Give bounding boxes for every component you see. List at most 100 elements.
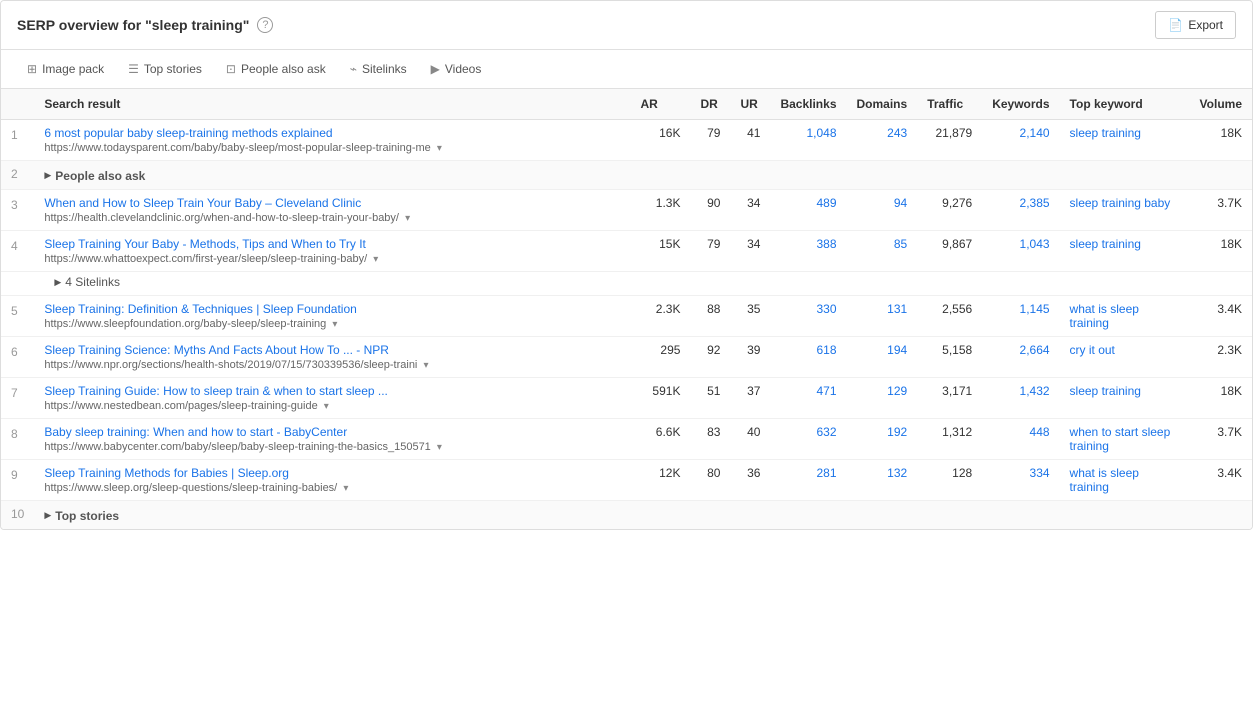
tab-sitelinks[interactable]: ⌁ Sitelinks bbox=[340, 58, 417, 80]
url-dropdown-arrow[interactable]: ▾ bbox=[437, 442, 442, 453]
backlinks-link[interactable]: 489 bbox=[816, 196, 836, 210]
domains-link[interactable]: 243 bbox=[887, 126, 907, 140]
keywords-cell: 448 bbox=[982, 419, 1059, 460]
result-title-link[interactable]: Sleep Training Your Baby - Methods, Tips… bbox=[44, 237, 366, 251]
keywords-link[interactable]: 1,043 bbox=[1020, 237, 1050, 251]
backlinks-link[interactable]: 281 bbox=[816, 466, 836, 480]
domains-link[interactable]: 192 bbox=[887, 425, 907, 439]
result-title: Sleep Training: Definition & Techniques … bbox=[44, 302, 620, 316]
top-keyword-cell: sleep training bbox=[1060, 120, 1190, 161]
keywords-link[interactable]: 2,385 bbox=[1020, 196, 1050, 210]
ur-cell: 34 bbox=[730, 189, 770, 230]
toggle-triangle: ▶ bbox=[44, 170, 51, 181]
tab-image-pack[interactable]: ⊞ Image pack bbox=[17, 58, 114, 80]
keywords-cell: 2,140 bbox=[982, 120, 1059, 161]
backlinks-cell: 281 bbox=[770, 460, 846, 501]
keywords-link[interactable]: 1,145 bbox=[1020, 302, 1050, 316]
result-url-link[interactable]: https://www.npr.org/sections/health-shot… bbox=[44, 359, 417, 371]
top-keyword-link[interactable]: sleep training bbox=[1070, 126, 1141, 140]
domains-link[interactable]: 131 bbox=[887, 302, 907, 316]
domains-cell: 243 bbox=[847, 120, 918, 161]
url-dropdown-arrow[interactable]: ▾ bbox=[373, 254, 378, 265]
result-url-link[interactable]: https://www.nestedbean.com/pages/sleep-t… bbox=[44, 400, 317, 412]
keywords-link[interactable]: 2,664 bbox=[1020, 343, 1050, 357]
top-keyword-link[interactable]: sleep training bbox=[1070, 237, 1141, 251]
domains-link[interactable]: 85 bbox=[894, 237, 907, 251]
result-title: Sleep Training Guide: How to sleep train… bbox=[44, 384, 620, 398]
row-number: 2 bbox=[1, 161, 34, 190]
ur-cell: 41 bbox=[730, 120, 770, 161]
backlinks-link[interactable]: 388 bbox=[816, 237, 836, 251]
url-dropdown-arrow[interactable]: ▾ bbox=[324, 401, 329, 412]
ur-cell: 39 bbox=[730, 337, 770, 378]
col-top-keyword-header: Top keyword bbox=[1060, 89, 1190, 120]
top-keyword-link[interactable]: sleep training baby bbox=[1070, 196, 1171, 210]
top-keyword-link[interactable]: what is sleep training bbox=[1070, 466, 1139, 494]
tab-people-also-ask[interactable]: ⊡ People also ask bbox=[216, 58, 336, 80]
top-keyword-link[interactable]: sleep training bbox=[1070, 384, 1141, 398]
backlinks-cell: 388 bbox=[770, 230, 846, 271]
table-row: 1 6 most popular baby sleep-training met… bbox=[1, 120, 1252, 161]
export-button[interactable]: 📄 Export bbox=[1155, 11, 1236, 39]
domains-link[interactable]: 194 bbox=[887, 343, 907, 357]
tab-videos[interactable]: ▶ Videos bbox=[421, 58, 492, 80]
url-dropdown-arrow[interactable]: ▾ bbox=[423, 360, 428, 371]
result-url: https://health.clevelandclinic.org/when-… bbox=[44, 212, 620, 224]
result-url-link[interactable]: https://www.whattoexpect.com/first-year/… bbox=[44, 253, 367, 265]
help-icon[interactable]: ? bbox=[257, 17, 273, 33]
image-pack-icon: ⊞ bbox=[27, 62, 37, 76]
top-keyword-link[interactable]: when to start sleep training bbox=[1070, 425, 1171, 453]
url-dropdown-arrow[interactable]: ▾ bbox=[343, 483, 348, 494]
dr-cell: 51 bbox=[690, 378, 730, 419]
col-domains-header: Domains bbox=[847, 89, 918, 120]
dr-cell: 80 bbox=[690, 460, 730, 501]
top-keyword-link[interactable]: what is sleep training bbox=[1070, 302, 1139, 330]
backlinks-cell: 632 bbox=[770, 419, 846, 460]
domains-link[interactable]: 129 bbox=[887, 384, 907, 398]
result-title-link[interactable]: Sleep Training Methods for Babies | Slee… bbox=[44, 466, 289, 480]
top-stories-toggle[interactable]: ▶ Top stories bbox=[44, 509, 119, 523]
result-title-link[interactable]: Sleep Training Guide: How to sleep train… bbox=[44, 384, 388, 398]
domains-link[interactable]: 94 bbox=[894, 196, 907, 210]
traffic-cell: 3,171 bbox=[917, 378, 982, 419]
serp-header: SERP overview for "sleep training" ? 📄 E… bbox=[1, 1, 1252, 50]
result-title-link[interactable]: Sleep Training: Definition & Techniques … bbox=[44, 302, 356, 316]
keywords-link[interactable]: 1,432 bbox=[1020, 384, 1050, 398]
backlinks-link[interactable]: 330 bbox=[816, 302, 836, 316]
serp-table: Search result AR DR UR Backlinks Domains… bbox=[1, 89, 1252, 529]
backlinks-link[interactable]: 471 bbox=[816, 384, 836, 398]
tab-top-stories[interactable]: ☰ Top stories bbox=[118, 58, 212, 80]
col-ur-header: UR bbox=[730, 89, 770, 120]
table-row: 6 Sleep Training Science: Myths And Fact… bbox=[1, 337, 1252, 378]
result-url: https://www.nestedbean.com/pages/sleep-t… bbox=[44, 400, 620, 412]
dr-cell: 92 bbox=[690, 337, 730, 378]
result-url-link[interactable]: https://www.todaysparent.com/baby/baby-s… bbox=[44, 142, 430, 154]
backlinks-link[interactable]: 1,048 bbox=[806, 126, 836, 140]
top-keyword-link[interactable]: cry it out bbox=[1070, 343, 1115, 357]
sitelinks-toggle[interactable]: ▶ 4 Sitelinks bbox=[54, 275, 120, 289]
people-also-ask-toggle[interactable]: ▶ People also ask bbox=[44, 169, 145, 183]
result-title-link[interactable]: 6 most popular baby sleep-training metho… bbox=[44, 126, 332, 140]
result-url-link[interactable]: https://www.sleepfoundation.org/baby-sle… bbox=[44, 318, 326, 330]
filter-tabs: ⊞ Image pack ☰ Top stories ⊡ People also… bbox=[1, 50, 1252, 89]
backlinks-link[interactable]: 618 bbox=[816, 343, 836, 357]
result-url-link[interactable]: https://www.sleep.org/sleep-questions/sl… bbox=[44, 482, 337, 494]
traffic-cell: 9,276 bbox=[917, 189, 982, 230]
result-title-link[interactable]: Baby sleep training: When and how to sta… bbox=[44, 425, 347, 439]
videos-icon: ▶ bbox=[431, 62, 440, 76]
domains-cell: 85 bbox=[847, 230, 918, 271]
url-dropdown-arrow[interactable]: ▾ bbox=[332, 319, 337, 330]
keywords-link[interactable]: 334 bbox=[1030, 466, 1050, 480]
keywords-link[interactable]: 2,140 bbox=[1020, 126, 1050, 140]
keywords-link[interactable]: 448 bbox=[1030, 425, 1050, 439]
url-dropdown-arrow[interactable]: ▾ bbox=[405, 213, 410, 224]
backlinks-link[interactable]: 632 bbox=[816, 425, 836, 439]
url-dropdown-arrow[interactable]: ▾ bbox=[437, 143, 442, 154]
result-url-link[interactable]: https://health.clevelandclinic.org/when-… bbox=[44, 212, 399, 224]
search-result-cell: 6 most popular baby sleep-training metho… bbox=[34, 120, 630, 161]
result-url-link[interactable]: https://www.babycenter.com/baby/sleep/ba… bbox=[44, 441, 430, 453]
result-title-link[interactable]: Sleep Training Science: Myths And Facts … bbox=[44, 343, 389, 357]
domains-link[interactable]: 132 bbox=[887, 466, 907, 480]
result-title-link[interactable]: When and How to Sleep Train Your Baby – … bbox=[44, 196, 361, 210]
people-also-ask-row: 2 ▶ People also ask bbox=[1, 161, 1252, 190]
